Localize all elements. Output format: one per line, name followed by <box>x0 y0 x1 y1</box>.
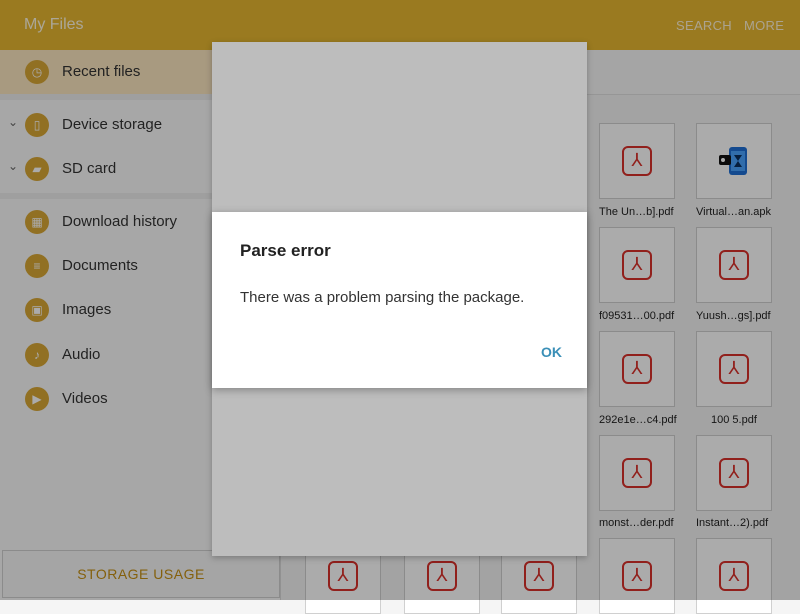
dialog-message: There was a problem parsing the package. <box>240 289 525 306</box>
ok-button[interactable]: OK <box>541 344 562 360</box>
parse-error-dialog: Parse error There was a problem parsing … <box>212 212 587 388</box>
dialog-title: Parse error <box>240 241 331 260</box>
my-files-app: My Files SEARCH MORE ◷ Recent files ⌄ ▯ … <box>0 0 800 614</box>
